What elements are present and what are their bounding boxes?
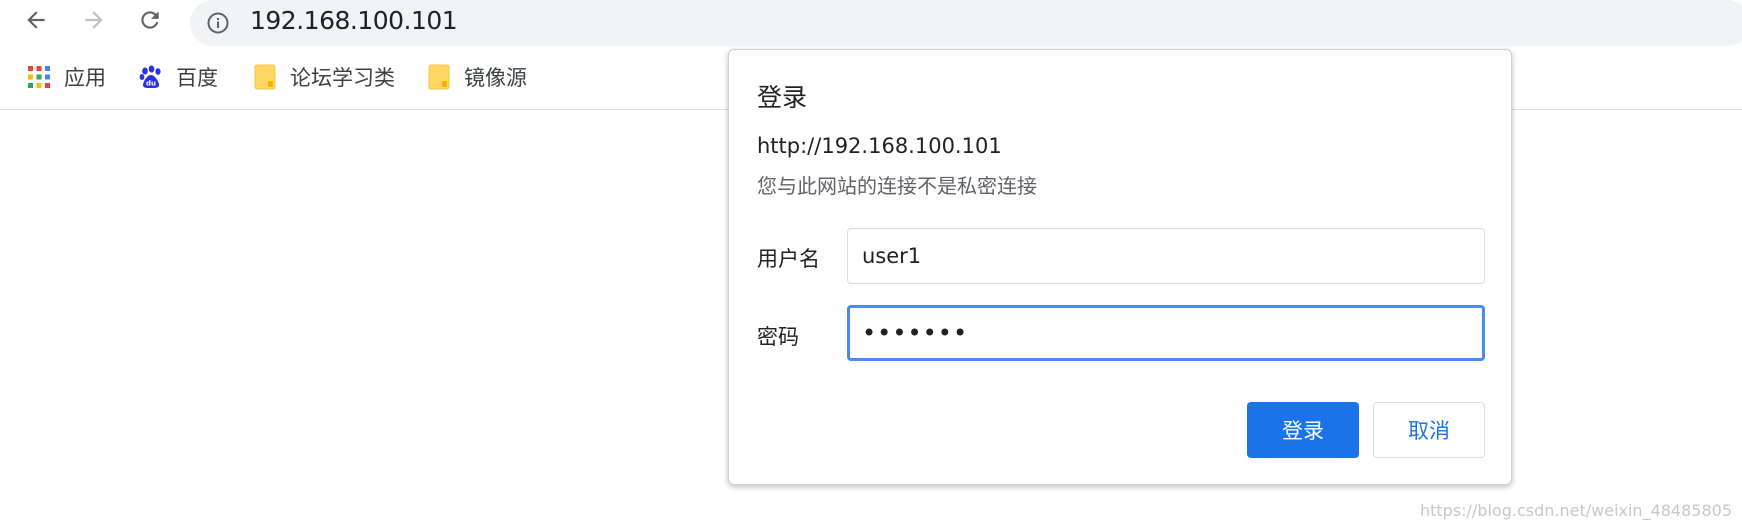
svg-text:du: du bbox=[146, 80, 156, 88]
baidu-paw-icon: du bbox=[138, 64, 164, 90]
cancel-button[interactable]: 取消 bbox=[1373, 402, 1485, 458]
folder-icon bbox=[426, 64, 452, 90]
password-label: 密码 bbox=[757, 325, 799, 349]
username-label: 用户名 bbox=[757, 247, 820, 271]
arrow-right-icon bbox=[81, 7, 107, 37]
back-button[interactable] bbox=[18, 4, 54, 40]
address-bar[interactable]: 192.168.100.101 bbox=[190, 0, 1742, 46]
bookmark-baidu[interactable]: du 百度 bbox=[138, 62, 218, 92]
apps-grid-icon bbox=[26, 64, 52, 90]
username-field[interactable] bbox=[847, 228, 1485, 284]
bookmark-label: 镜像源 bbox=[464, 66, 527, 90]
forward-button[interactable] bbox=[76, 4, 112, 40]
dialog-title: 登录 bbox=[757, 83, 808, 112]
password-field[interactable]: ••••••• bbox=[847, 305, 1485, 361]
bookmark-apps[interactable]: 应用 bbox=[26, 62, 106, 92]
dialog-url: http://192.168.100.101 bbox=[757, 134, 1002, 158]
login-dialog: 登录 http://192.168.100.101 您与此网站的连接不是私密连接… bbox=[728, 49, 1512, 485]
address-text[interactable]: 192.168.100.101 bbox=[250, 6, 458, 35]
reload-icon bbox=[137, 7, 163, 37]
bookmark-folder-forum[interactable]: 论坛学习类 bbox=[252, 62, 395, 92]
bookmark-label: 百度 bbox=[176, 66, 218, 90]
watermark: https://blog.csdn.net/weixin_48485805 bbox=[1419, 501, 1732, 520]
browser-toolbar: 192.168.100.101 bbox=[0, 0, 1742, 46]
connection-warning: 您与此网站的连接不是私密连接 bbox=[757, 174, 1037, 198]
bookmark-label: 论坛学习类 bbox=[290, 66, 395, 90]
bookmark-folder-mirror[interactable]: 镜像源 bbox=[426, 62, 527, 92]
info-icon[interactable] bbox=[206, 11, 230, 35]
folder-icon bbox=[252, 64, 278, 90]
arrow-left-icon bbox=[23, 7, 49, 37]
bookmark-label: 应用 bbox=[64, 66, 106, 90]
reload-button[interactable] bbox=[132, 4, 168, 40]
login-button[interactable]: 登录 bbox=[1247, 402, 1359, 458]
